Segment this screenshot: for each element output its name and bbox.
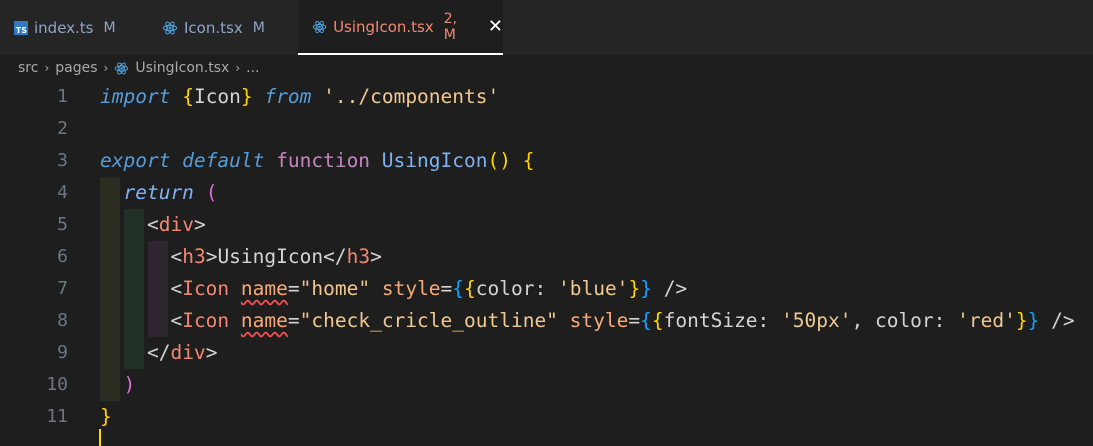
line-number: 8 bbox=[57, 310, 68, 331]
code-line: 4 return ( bbox=[0, 177, 1093, 209]
code-editor[interactable]: 1 import {Icon} from '../components' 2 3… bbox=[0, 81, 1093, 446]
line-number: 4 bbox=[57, 182, 68, 203]
breadcrumb-item-more[interactable]: ... bbox=[246, 60, 259, 76]
line-number: 1 bbox=[57, 86, 68, 107]
code-text: <Icon name="check_cricle_outline" style=… bbox=[170, 309, 1075, 332]
code-text: <div> bbox=[146, 213, 206, 236]
code-text: <Icon name="home" style={{color: 'blue'}… bbox=[170, 277, 688, 300]
chevron-right-icon: › bbox=[44, 61, 50, 75]
breadcrumb: src › pages › UsingIcon.tsx › ... bbox=[0, 55, 1093, 81]
line-number: 6 bbox=[57, 246, 68, 267]
code-text: import {Icon} from '../components' bbox=[100, 85, 500, 108]
react-icon bbox=[162, 21, 178, 34]
tab-label: Icon.tsx bbox=[184, 18, 243, 37]
code-line: 5 <div> bbox=[0, 209, 1093, 241]
line-number: 2 bbox=[57, 118, 68, 139]
modified-badge: M bbox=[252, 19, 265, 36]
chevron-right-icon: › bbox=[103, 61, 109, 75]
code-line: 9 </div> bbox=[0, 337, 1093, 369]
react-icon bbox=[115, 61, 129, 75]
tab-usingicon-tsx[interactable]: UsingIcon.tsx 2, M ✕ bbox=[298, 0, 503, 55]
problems-badge: 2, M bbox=[443, 10, 458, 43]
breadcrumb-item-pages[interactable]: pages bbox=[55, 60, 97, 76]
tab-label: index.ts bbox=[34, 18, 94, 37]
breadcrumb-item-src[interactable]: src bbox=[18, 60, 38, 76]
code-line: 10 ) bbox=[0, 369, 1093, 401]
code-line: 7 <Icon name="home" style={{color: 'blue… bbox=[0, 273, 1093, 305]
code-text: ) bbox=[123, 373, 136, 396]
tab-index-ts[interactable]: TS index.ts M bbox=[0, 0, 134, 55]
code-line: 2 bbox=[0, 113, 1093, 145]
breadcrumb-item-file[interactable]: UsingIcon.tsx bbox=[135, 60, 229, 76]
code-text: } bbox=[100, 405, 112, 428]
code-text: export default function UsingIcon() { bbox=[100, 149, 535, 172]
code-text: </div> bbox=[146, 341, 218, 364]
tab-bar: TS index.ts M Icon.tsx M UsingIcon.tsx 2… bbox=[0, 0, 1093, 55]
code-text: <h3>UsingIcon</h3> bbox=[170, 245, 382, 268]
text-cursor bbox=[99, 429, 101, 446]
line-number: 11 bbox=[46, 406, 68, 427]
close-icon[interactable]: ✕ bbox=[488, 16, 503, 37]
line-number: 7 bbox=[57, 278, 68, 299]
line-number: 10 bbox=[46, 374, 68, 395]
modified-badge: M bbox=[103, 19, 116, 36]
react-icon bbox=[312, 20, 327, 33]
code-line: 8 <Icon name="check_cricle_outline" styl… bbox=[0, 305, 1093, 337]
code-line: 6 <h3>UsingIcon</h3> bbox=[0, 241, 1093, 273]
tab-label: UsingIcon.tsx bbox=[333, 17, 434, 36]
code-line: 1 import {Icon} from '../components' bbox=[0, 81, 1093, 113]
code-text: return ( bbox=[123, 181, 218, 204]
line-number: 3 bbox=[57, 150, 68, 171]
code-line: 3 export default function UsingIcon() { bbox=[0, 145, 1093, 177]
typescript-icon: TS bbox=[14, 20, 28, 35]
line-number: 5 bbox=[57, 214, 68, 235]
tab-icon-tsx[interactable]: Icon.tsx M bbox=[148, 0, 298, 55]
chevron-right-icon: › bbox=[235, 61, 241, 75]
line-number: 9 bbox=[57, 342, 68, 363]
code-line: 11 } bbox=[0, 401, 1093, 433]
